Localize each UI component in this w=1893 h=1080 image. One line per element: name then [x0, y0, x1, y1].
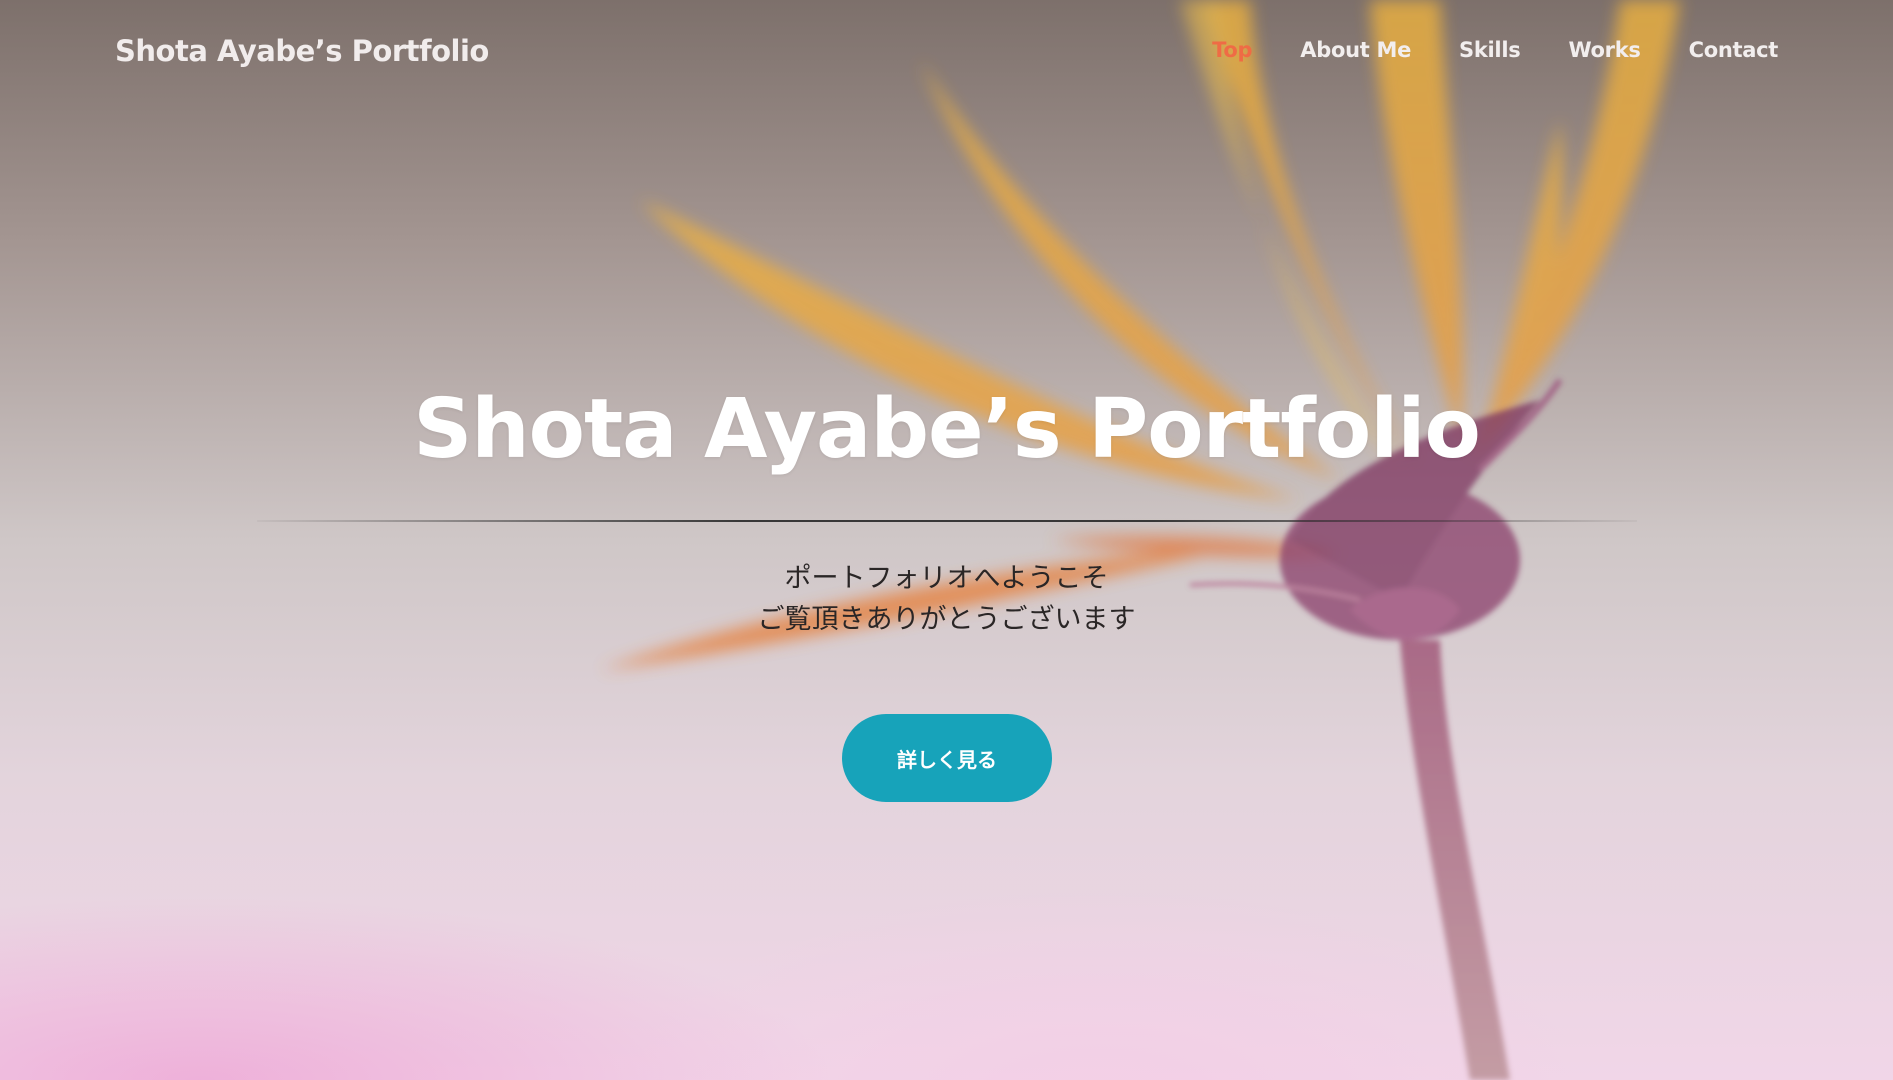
hero-section: Shota Ayabe’s Portfolio Top About Me Ski…: [0, 0, 1893, 1080]
flower-background-image: [600, 0, 1680, 1080]
nav-item-top[interactable]: Top: [1212, 38, 1252, 62]
nav-item-skills[interactable]: Skills: [1459, 38, 1521, 62]
site-logo[interactable]: Shota Ayabe’s Portfolio: [115, 34, 489, 68]
hero-divider: [257, 520, 1637, 522]
view-details-button[interactable]: 詳しく見る: [842, 714, 1052, 802]
hero-title: Shota Ayabe’s Portfolio: [413, 382, 1481, 477]
nav-item-works[interactable]: Works: [1568, 38, 1640, 62]
hero-subtitle-line-2: ご覧頂きありがとうございます: [757, 604, 1136, 635]
site-header: Shota Ayabe’s Portfolio Top About Me Ski…: [0, 0, 1893, 106]
main-nav: Top About Me Skills Works Contact: [1212, 38, 1778, 62]
nav-item-contact[interactable]: Contact: [1689, 38, 1779, 62]
nav-item-about-me[interactable]: About Me: [1300, 38, 1411, 62]
hero-subtitle: ポートフォリオへようこそ ご覧頂きありがとうございます: [0, 558, 1893, 640]
hero-subtitle-line-1: ポートフォリオへようこそ: [784, 563, 1109, 594]
